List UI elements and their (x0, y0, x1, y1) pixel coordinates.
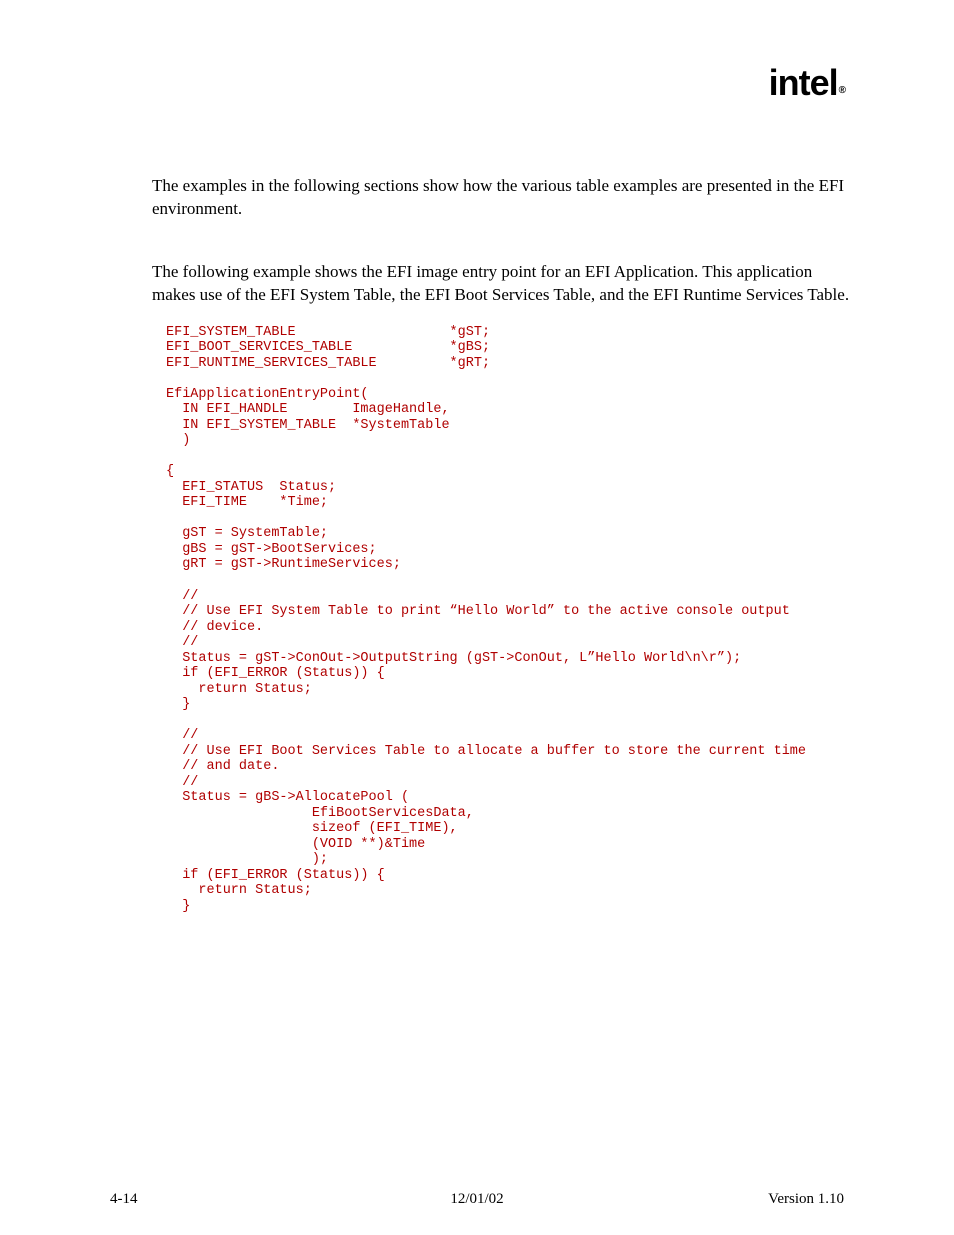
paragraph-1: The examples in the following sections s… (152, 175, 852, 221)
paragraph-2: The following example shows the EFI imag… (152, 261, 852, 307)
intel-logo: intel® (769, 62, 844, 104)
content: The examples in the following sections s… (152, 175, 852, 914)
footer-version: Version 1.10 (768, 1191, 844, 1208)
page: intel® The examples in the following sec… (0, 0, 954, 1235)
logo-registered: ® (839, 85, 845, 96)
code-block: EFI_SYSTEM_TABLE *gST; EFI_BOOT_SERVICES… (166, 325, 852, 915)
logo-text: intel (769, 62, 838, 103)
